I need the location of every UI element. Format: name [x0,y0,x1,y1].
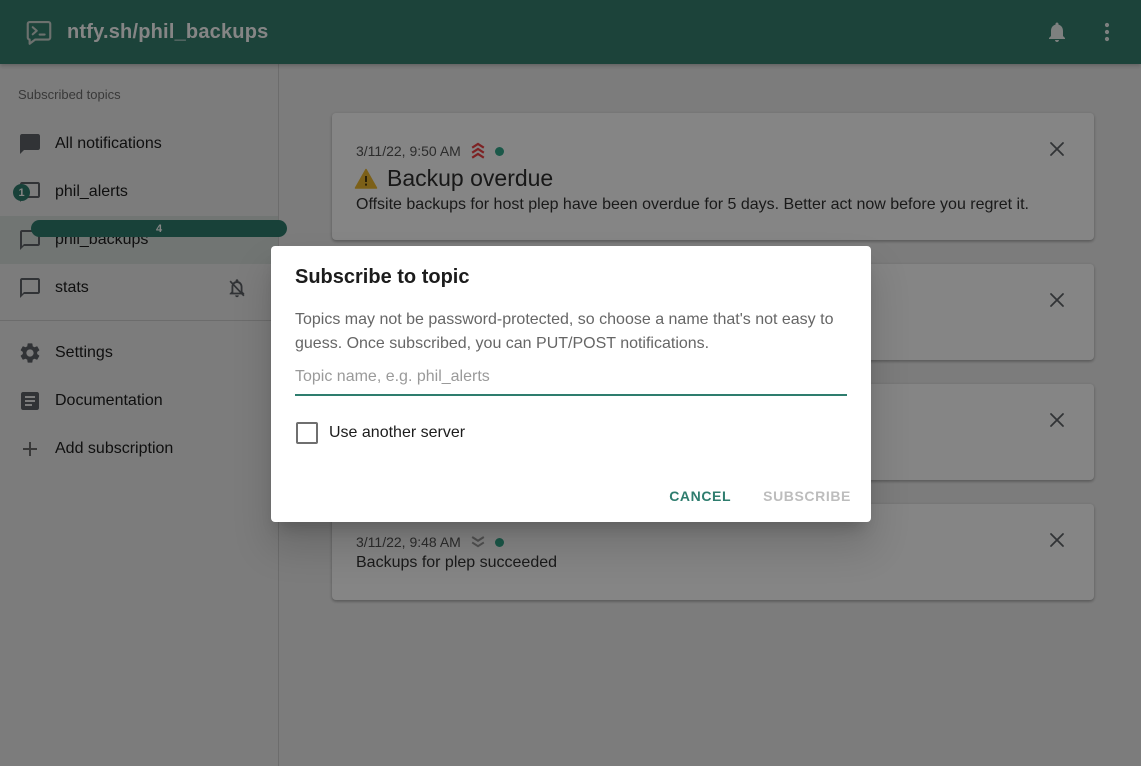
topic-name-input[interactable] [295,364,847,396]
dialog-body-text: Topics may not be password-protected, so… [295,308,848,356]
dialog-actions: CANCEL SUBSCRIBE [657,478,863,514]
dialog-title: Subscribe to topic [295,266,469,289]
use-another-server-option[interactable]: Use another server [296,422,465,444]
checkbox-unchecked[interactable] [296,422,318,444]
cancel-button[interactable]: CANCEL [657,478,743,514]
subscribe-dialog: Subscribe to topic Topics may not be pas… [271,246,871,522]
subscribe-button[interactable]: SUBSCRIBE [751,478,863,514]
checkbox-label: Use another server [329,424,465,442]
